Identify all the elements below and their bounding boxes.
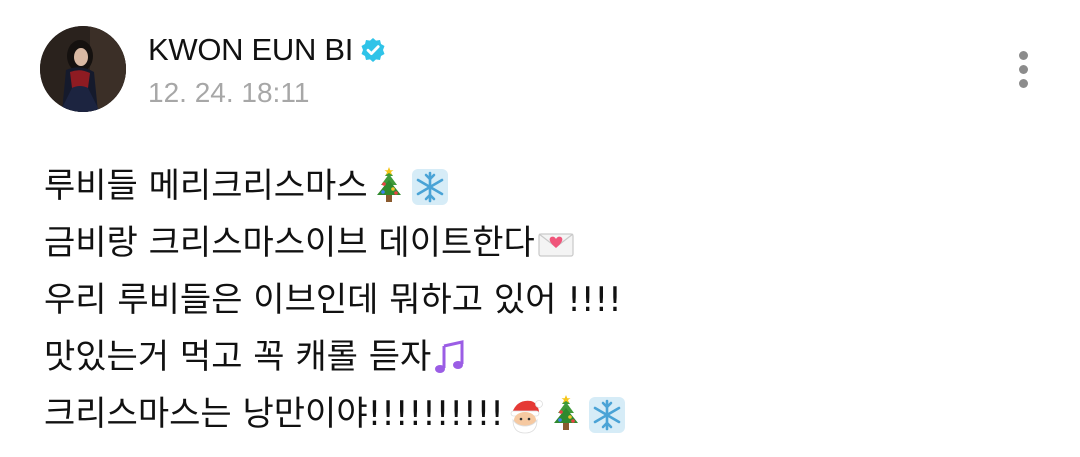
snowflake-icon xyxy=(410,167,450,207)
more-options-button[interactable] xyxy=(1005,46,1043,94)
more-vertical-icon xyxy=(1019,51,1028,60)
post-card: KWON EUN BI 12. 24. 18:11 루비들 메리크리스마스 금비… xyxy=(0,0,1080,457)
verified-badge-icon xyxy=(360,37,386,63)
post-line: 크리스마스는 낭만이야!!!!!!!!!! xyxy=(44,386,1050,443)
post-line: 금비랑 크리스마스이브 데이트한다 xyxy=(44,215,1050,272)
post-line: 맛있는거 먹고 꼭 캐롤 듣자 xyxy=(44,329,1050,386)
santa-icon xyxy=(505,395,545,435)
post-line: 루비들 메리크리스마스 xyxy=(44,158,1050,215)
post-line: 우리 루비들은 이브인데 뭐하고 있어 !!!! xyxy=(44,272,1050,329)
christmas-tree-icon xyxy=(546,394,586,435)
love-letter-icon xyxy=(536,224,576,264)
post-line-text: 금비랑 크리스마스이브 데이트한다 xyxy=(44,223,535,263)
post-line-text: 우리 루비들은 이브인데 뭐하고 있어 !!!! xyxy=(44,280,622,320)
avatar-image xyxy=(40,26,126,112)
christmas-tree-icon xyxy=(369,166,409,207)
post-body: 루비들 메리크리스마스 금비랑 크리스마스이브 데이트한다 우리 루비들은 이브… xyxy=(44,158,1050,443)
author-name[interactable]: KWON EUN BI xyxy=(148,30,353,70)
post-line-text: 루비들 메리크리스마스 xyxy=(44,166,368,206)
avatar[interactable] xyxy=(40,26,126,112)
post-line-text: 맛있는거 먹고 꼭 캐롤 듣자 xyxy=(44,337,432,377)
snowflake-icon xyxy=(587,395,627,435)
author-row: KWON EUN BI xyxy=(148,30,386,70)
musical-notes-icon xyxy=(432,338,472,378)
post-timestamp: 12. 24. 18:11 xyxy=(148,77,310,108)
post-line-text: 크리스마스는 낭만이야!!!!!!!!!! xyxy=(44,394,504,434)
